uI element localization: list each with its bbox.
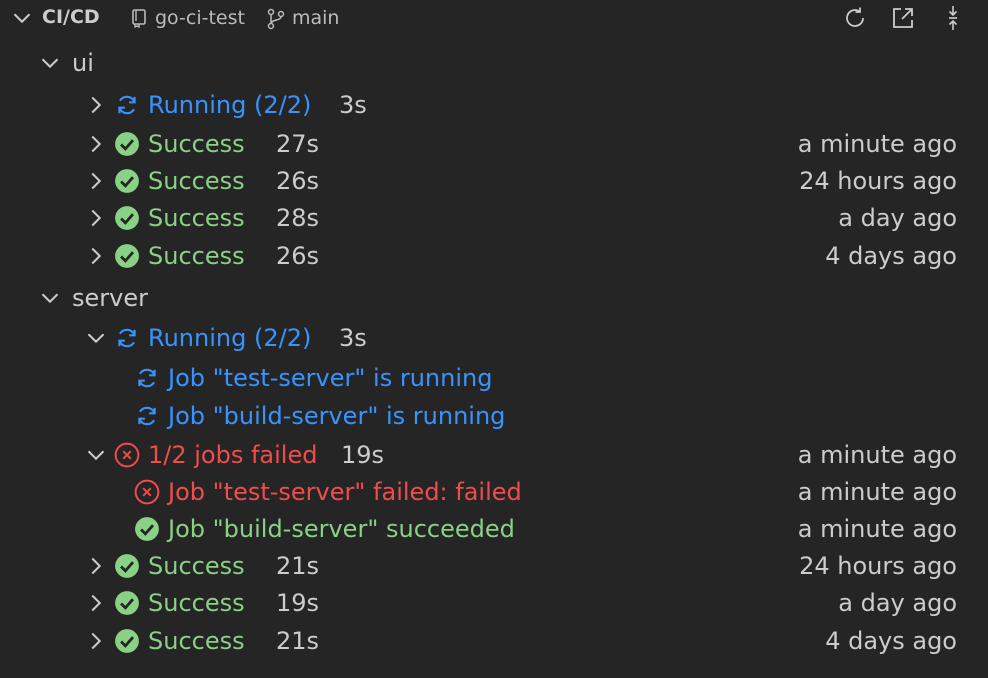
view-title: CI/CD — [42, 6, 100, 28]
run-status: Success — [148, 130, 245, 158]
run-duration: 26s — [276, 167, 320, 195]
run-duration: 21s — [276, 552, 320, 580]
run-duration: 3s — [339, 324, 367, 352]
tree-group-server[interactable]: server — [0, 279, 988, 316]
run-duration: 21s — [276, 627, 320, 655]
refresh-button[interactable] — [842, 5, 868, 31]
group-label: server — [72, 284, 148, 312]
workflow-run-row[interactable]: 1/2 jobs failed 19s a minute ago — [0, 436, 988, 473]
run-time: a day ago — [838, 204, 957, 232]
workflow-run-row[interactable]: Success 27s a minute ago — [0, 125, 988, 162]
workflow-run-row[interactable]: Success 28s a day ago — [0, 199, 988, 236]
job-label: Job "test-server" failed: failed — [168, 478, 522, 506]
open-external-button[interactable] — [890, 5, 916, 31]
chevron-right-icon — [86, 246, 106, 266]
run-status: Success — [148, 627, 245, 655]
chevron-right-icon — [86, 593, 106, 613]
run-status: Success — [148, 167, 245, 195]
cicd-view-header[interactable]: CI/CD go-ci-test main — [0, 0, 988, 36]
workflow-run-row[interactable]: Success 21s 4 days ago — [0, 622, 988, 659]
job-label: Job "build-server" succeeded — [168, 515, 515, 543]
run-status: 1/2 jobs failed — [148, 441, 318, 469]
check-circle-icon — [114, 168, 140, 194]
workflow-run-row[interactable]: Running (2/2) 3s — [0, 319, 988, 356]
run-time: 24 hours ago — [799, 167, 957, 195]
chevron-down-icon — [86, 445, 106, 465]
error-circle-icon — [114, 442, 140, 468]
job-row[interactable]: Job "build-server" is running — [0, 397, 988, 434]
job-row[interactable]: Job "test-server" failed: failed a minut… — [0, 473, 988, 510]
chevron-down-icon — [40, 288, 60, 308]
run-duration: 19s — [276, 589, 320, 617]
group-label: ui — [72, 49, 94, 77]
workflow-run-row[interactable]: Running (2/2) 3s — [0, 86, 988, 123]
git-branch-icon — [267, 8, 285, 30]
check-circle-icon — [114, 628, 140, 654]
job-time: a minute ago — [797, 515, 957, 543]
run-duration: 3s — [339, 91, 367, 119]
branch-name: main — [292, 7, 340, 29]
run-time: a day ago — [838, 589, 957, 617]
run-time: a minute ago — [797, 130, 957, 158]
repo-name: go-ci-test — [155, 7, 245, 29]
chevron-down-icon — [86, 328, 106, 348]
job-time: a minute ago — [797, 478, 957, 506]
job-label: Job "build-server" is running — [168, 402, 506, 430]
chevron-down-icon — [40, 53, 60, 73]
run-duration: 28s — [276, 204, 320, 232]
sync-icon — [134, 365, 160, 391]
check-circle-icon — [114, 243, 140, 269]
repo-icon — [132, 9, 146, 28]
job-row[interactable]: Job "test-server" is running — [0, 359, 988, 396]
error-circle-icon — [134, 479, 160, 505]
workflow-run-row[interactable]: Success 26s 4 days ago — [0, 237, 988, 274]
sync-icon — [114, 325, 140, 351]
check-circle-icon — [114, 131, 140, 157]
check-circle-icon — [114, 205, 140, 231]
run-status: Success — [148, 242, 245, 270]
check-circle-icon — [114, 590, 140, 616]
run-status: Running (2/2) — [148, 91, 312, 119]
run-time: a minute ago — [797, 441, 957, 469]
chevron-right-icon — [86, 631, 106, 651]
run-duration: 26s — [276, 242, 320, 270]
run-time: 24 hours ago — [799, 552, 957, 580]
run-duration: 27s — [276, 130, 320, 158]
tree-group-ui[interactable]: ui — [0, 44, 988, 81]
open-external-icon — [893, 8, 913, 28]
workflow-run-row[interactable]: Success 21s 24 hours ago — [0, 547, 988, 584]
chevron-right-icon — [86, 208, 106, 228]
chevron-down-icon[interactable] — [12, 8, 32, 28]
sync-icon — [114, 92, 140, 118]
workflow-run-row[interactable]: Success 19s a day ago — [0, 584, 988, 621]
chevron-right-icon — [86, 134, 106, 154]
run-time: 4 days ago — [825, 242, 957, 270]
chevron-right-icon — [86, 556, 106, 576]
workflow-run-row[interactable]: Success 26s 24 hours ago — [0, 162, 988, 199]
run-status: Running (2/2) — [148, 324, 312, 352]
run-status: Success — [148, 589, 245, 617]
collapse-all-icon — [948, 6, 958, 30]
run-duration: 19s — [341, 441, 385, 469]
job-row[interactable]: Job "build-server" succeeded a minute ag… — [0, 510, 988, 547]
run-time: 4 days ago — [825, 627, 957, 655]
check-circle-icon — [134, 516, 160, 542]
chevron-right-icon — [86, 95, 106, 115]
refresh-icon — [846, 7, 864, 27]
run-status: Success — [148, 204, 245, 232]
run-status: Success — [148, 552, 245, 580]
chevron-right-icon — [86, 171, 106, 191]
sync-icon — [134, 403, 160, 429]
collapse-all-button[interactable] — [940, 5, 966, 31]
job-label: Job "test-server" is running — [168, 364, 493, 392]
check-circle-icon — [114, 553, 140, 579]
